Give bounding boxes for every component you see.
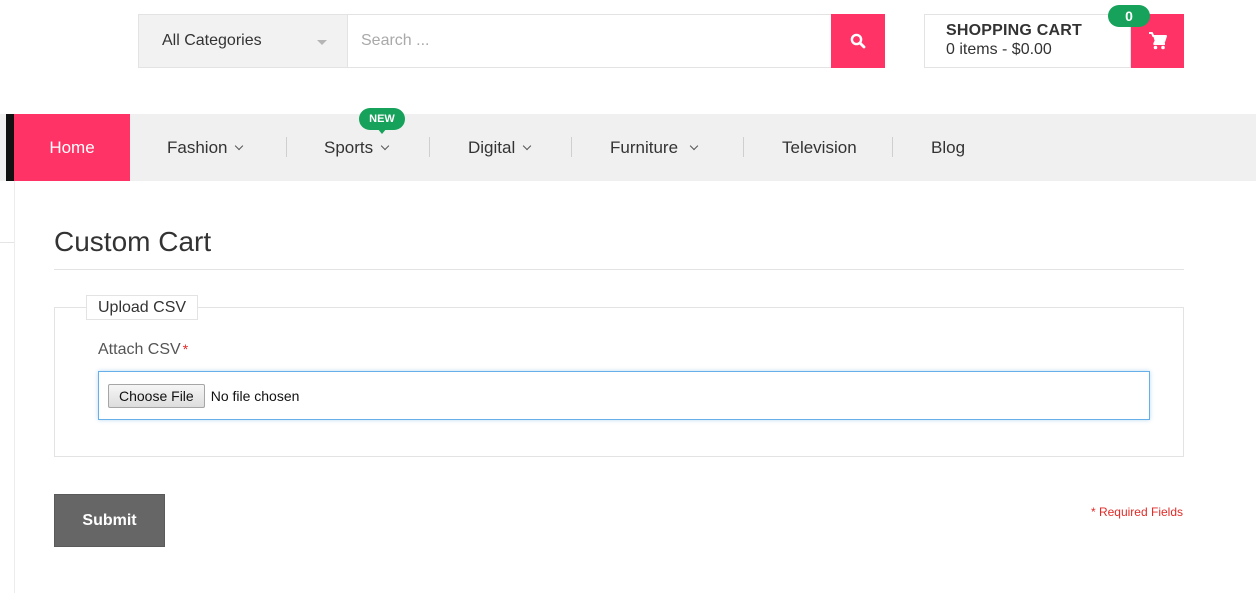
new-badge: NEW [359, 108, 405, 130]
nav-item-home[interactable]: Home [14, 114, 130, 181]
nav-item-furniture[interactable]: Furniture [610, 114, 699, 181]
caret-down-icon [317, 40, 327, 45]
nav-item-fashion[interactable]: Fashion [167, 114, 244, 181]
chevron-down-icon [523, 141, 532, 150]
cart-summary-box[interactable]: SHOPPING CART 0 items - $0.00 [924, 14, 1131, 68]
main-nav: Home Fashion Sports Digital Furniture Te… [0, 114, 1256, 181]
cart-count-badge: 0 [1108, 5, 1150, 27]
nav-separator [743, 137, 744, 157]
attach-csv-label-text: Attach CSV [98, 341, 181, 358]
chevron-down-icon [689, 141, 699, 150]
submit-button[interactable]: Submit [54, 494, 165, 547]
nav-separator [429, 137, 430, 157]
category-select[interactable]: All Categories [139, 15, 348, 67]
search-input[interactable] [348, 15, 831, 67]
new-badge-tail [377, 128, 387, 134]
search-button[interactable] [831, 14, 885, 68]
nav-item-label: Blog [931, 137, 966, 157]
cart-icon [1148, 32, 1167, 50]
nav-item-blog[interactable]: Blog [931, 114, 965, 181]
search-icon [850, 33, 866, 49]
chevron-down-icon [380, 141, 390, 150]
required-star: * [182, 341, 189, 357]
nav-item-label: Sports [324, 137, 374, 157]
chevron-down-icon [235, 141, 244, 150]
nav-item-label: Television [782, 137, 857, 157]
cart-summary: 0 items - $0.00 [946, 41, 1052, 58]
file-status-text: No file chosen [210, 387, 300, 404]
nav-item-label: Furniture [610, 137, 679, 157]
required-fields-note: * Required Fields [1090, 505, 1183, 519]
title-divider [54, 269, 1184, 270]
nav-item-label: Digital [468, 137, 516, 157]
nav-item-television[interactable]: Television [782, 114, 857, 181]
left-border-line [14, 181, 15, 593]
search-bar: All Categories [138, 14, 885, 68]
nav-separator [286, 137, 287, 157]
choose-file-button[interactable]: Choose File [108, 383, 205, 408]
fieldset-legend: Upload CSV [86, 295, 199, 320]
nav-item-label: Fashion [167, 137, 228, 157]
category-select-value: All Categories [162, 32, 262, 49]
left-tick-line [0, 242, 14, 243]
nav-item-digital[interactable]: Digital [468, 114, 532, 181]
nav-separator [571, 137, 572, 157]
nav-edge-accent [6, 114, 14, 181]
nav-separator [892, 137, 893, 157]
page-title: Custom Cart [54, 226, 212, 257]
cart-title: SHOPPING CART [946, 22, 1082, 39]
attach-csv-label: Attach CSV * [98, 341, 188, 359]
csv-file-input[interactable]: Choose File No file chosen [98, 371, 1150, 420]
